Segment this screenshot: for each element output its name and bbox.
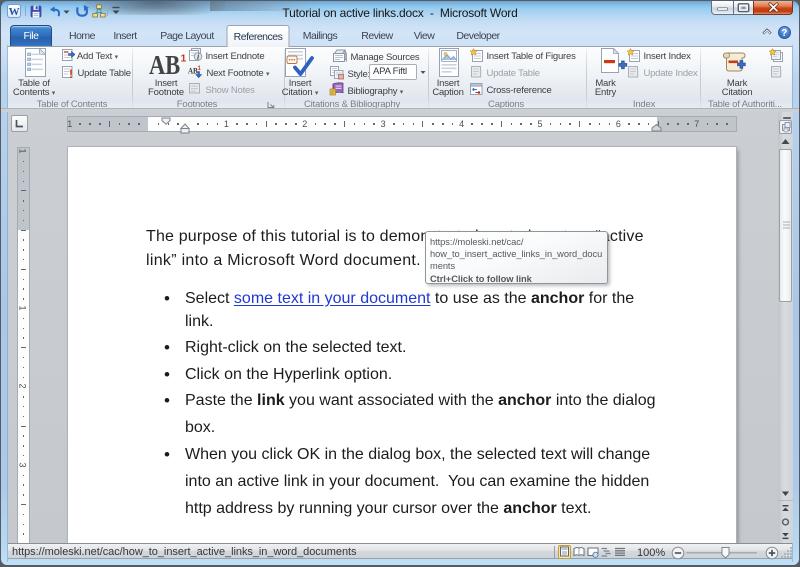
svg-text:AB: AB <box>188 65 198 75</box>
svg-text:W: W <box>9 6 20 17</box>
svg-text:1: 1 <box>198 66 202 72</box>
svg-text:!: ! <box>69 67 73 79</box>
svg-text:!: ! <box>779 69 782 79</box>
svg-text:AB: AB <box>149 52 180 77</box>
svg-text:!: ! <box>636 69 639 79</box>
svg-text:1: 1 <box>181 52 187 64</box>
svg-text:!: ! <box>479 69 482 79</box>
